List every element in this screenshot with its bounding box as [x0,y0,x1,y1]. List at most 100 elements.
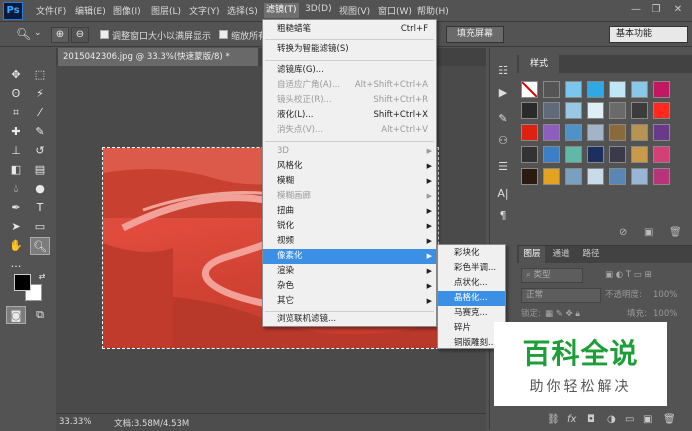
quick-mask-icon[interactable]: ◙ [6,306,26,324]
style-swatch[interactable] [653,146,670,163]
style-swatch[interactable] [543,168,560,185]
zoom-tool-icon[interactable]: 🔍︎ [16,27,31,41]
style-swatch[interactable] [587,168,604,185]
style-swatch[interactable] [565,102,582,119]
style-swatch[interactable] [609,124,626,141]
blend-mode-select[interactable]: 正常 [521,288,601,303]
menu-item-rough-pastels[interactable]: 粗糙蜡笔 Ctrl+F [263,22,436,37]
style-swatch[interactable] [543,124,560,141]
menu-layer[interactable]: 图层(L) [151,4,181,17]
menu-item-browse-online-filters[interactable]: 浏览联机滤镜... [263,312,436,327]
close-icon[interactable]: ✕ [670,3,686,17]
eraser-tool-icon[interactable]: ◧ [6,161,26,179]
menu-help[interactable]: 帮助(H) [417,4,449,17]
style-swatch[interactable] [609,81,626,98]
style-swatch[interactable] [521,146,538,163]
style-swatch[interactable] [631,124,648,141]
menu-item-other[interactable]: 其它 ▶ [263,294,436,309]
actions-panel-icon[interactable]: ▶ [494,84,512,102]
style-swatch[interactable] [631,102,648,119]
type-tool-icon[interactable]: T [30,199,50,217]
layer-filter-icons[interactable]: ▣ ◐ T ▭ ⊞ [605,267,652,283]
style-swatch[interactable] [631,146,648,163]
menu-item-liquify[interactable]: 液化(L)... Shift+Ctrl+X [263,108,436,123]
workspace-select[interactable]: 基本功能 [609,26,688,43]
screen-mode-icon[interactable]: ⧉ [30,306,50,324]
menu-item-blur[interactable]: 模糊 ▶ [263,174,436,189]
menu-edit[interactable]: 编辑(E) [75,4,106,17]
add-mask-icon[interactable]: ◘ [587,414,595,425]
tab-paths[interactable]: 路径 [577,246,605,263]
menu-item-video[interactable]: 视频 ▶ [263,234,436,249]
style-swatch[interactable] [565,124,582,141]
style-swatch[interactable] [521,124,538,141]
menu-window[interactable]: 窗口(W) [378,4,412,17]
brush-panel-icon[interactable]: ✎ [494,110,512,128]
crop-tool-icon[interactable]: ⌗ [6,104,26,122]
chevron-down-icon[interactable]: ⌄ [34,28,42,38]
resize-windows-checkbox[interactable] [100,30,109,39]
submenu-item-mosaic[interactable]: 马赛克... [438,306,505,321]
paragraph-panel-icon[interactable]: ¶ [494,207,512,225]
style-swatch[interactable] [653,168,670,185]
submenu-item-crystallize[interactable]: 晶格化... [438,291,505,306]
hand-tool-icon[interactable]: ✋ [6,237,26,255]
menu-item-pixelate[interactable]: 像素化 ▶ [263,249,436,264]
submenu-item-color-halftone[interactable]: 彩色半调... [438,261,505,276]
fill-value[interactable]: 100% [653,306,677,322]
healing-brush-icon[interactable]: ✚ [6,123,26,141]
menu-view[interactable]: 视图(V) [339,4,370,17]
tab-channels[interactable]: 通道 [547,246,575,263]
shape-tool-icon[interactable]: ▭ [30,218,50,236]
menu-item-render[interactable]: 渲染 ▶ [263,264,436,279]
style-swatch[interactable] [653,124,670,141]
menu-item-stylize[interactable]: 风格化 ▶ [263,159,436,174]
foreground-color-swatch[interactable] [14,274,31,291]
history-brush-icon[interactable]: ↺ [30,142,50,160]
menu-item-convert-smart-filter[interactable]: 转换为智能滤镜(S) [263,42,436,57]
menu-file[interactable]: 文件(F) [36,4,66,17]
style-swatch[interactable] [587,124,604,141]
style-swatch[interactable] [543,102,560,119]
style-swatch[interactable] [631,81,648,98]
opacity-value[interactable]: 100% [653,287,677,303]
new-style-icon[interactable]: ▣ [644,227,653,238]
path-selection-icon[interactable]: ➤ [6,218,26,236]
new-layer-icon[interactable]: ▣ [643,414,652,425]
character-panel-icon[interactable]: A| [494,185,512,203]
zoom-level[interactable]: 33.33% [59,417,91,427]
clone-source-icon[interactable]: ⚇ [494,132,512,150]
style-swatch[interactable] [565,168,582,185]
pen-tool-icon[interactable]: ✒ [6,199,26,217]
style-swatch[interactable] [631,168,648,185]
menu-type[interactable]: 文字(Y) [189,4,220,17]
zoom-in-icon[interactable]: ⊕ [51,27,69,43]
zoom-tool-icon[interactable]: 🔍︎ [30,237,50,255]
tab-layers[interactable]: 图层 [519,246,545,263]
menu-item-noise[interactable]: 杂色 ▶ [263,279,436,294]
fx-icon[interactable]: fx [567,414,576,425]
style-swatch[interactable] [653,102,670,119]
minimize-icon[interactable]: — [628,3,644,17]
style-swatch[interactable] [609,168,626,185]
lasso-tool-icon[interactable]: ʘ [6,85,26,103]
new-group-icon[interactable]: ▭ [625,414,634,425]
menu-image[interactable]: 图像(I) [113,4,141,17]
menu-3d[interactable]: 3D(D) [305,4,332,14]
style-swatch[interactable] [565,81,582,98]
clear-style-icon[interactable]: ⊘ [619,227,627,238]
style-swatch[interactable] [543,146,560,163]
submenu-item-facet[interactable]: 彩块化 [438,246,505,261]
fill-screen-button[interactable]: 填充屏幕 [446,26,504,43]
delete-layer-icon[interactable]: 🗑︎ [663,414,676,425]
restore-icon[interactable]: ❐ [648,3,664,17]
menu-filter[interactable]: 滤镜(T) [264,3,299,18]
menu-item-filter-gallery[interactable]: 滤镜库(G)... [263,63,436,78]
adjust-panel-icon[interactable]: ☰ [494,158,512,176]
history-panel-icon[interactable]: ☷ [494,62,512,80]
style-swatch-none[interactable] [521,81,538,98]
style-swatch[interactable] [587,81,604,98]
zoom-out-icon[interactable]: ⊖ [71,27,89,43]
more-tools-icon[interactable]: … [6,255,26,273]
swap-colors-icon[interactable]: ⇄ [32,268,52,286]
